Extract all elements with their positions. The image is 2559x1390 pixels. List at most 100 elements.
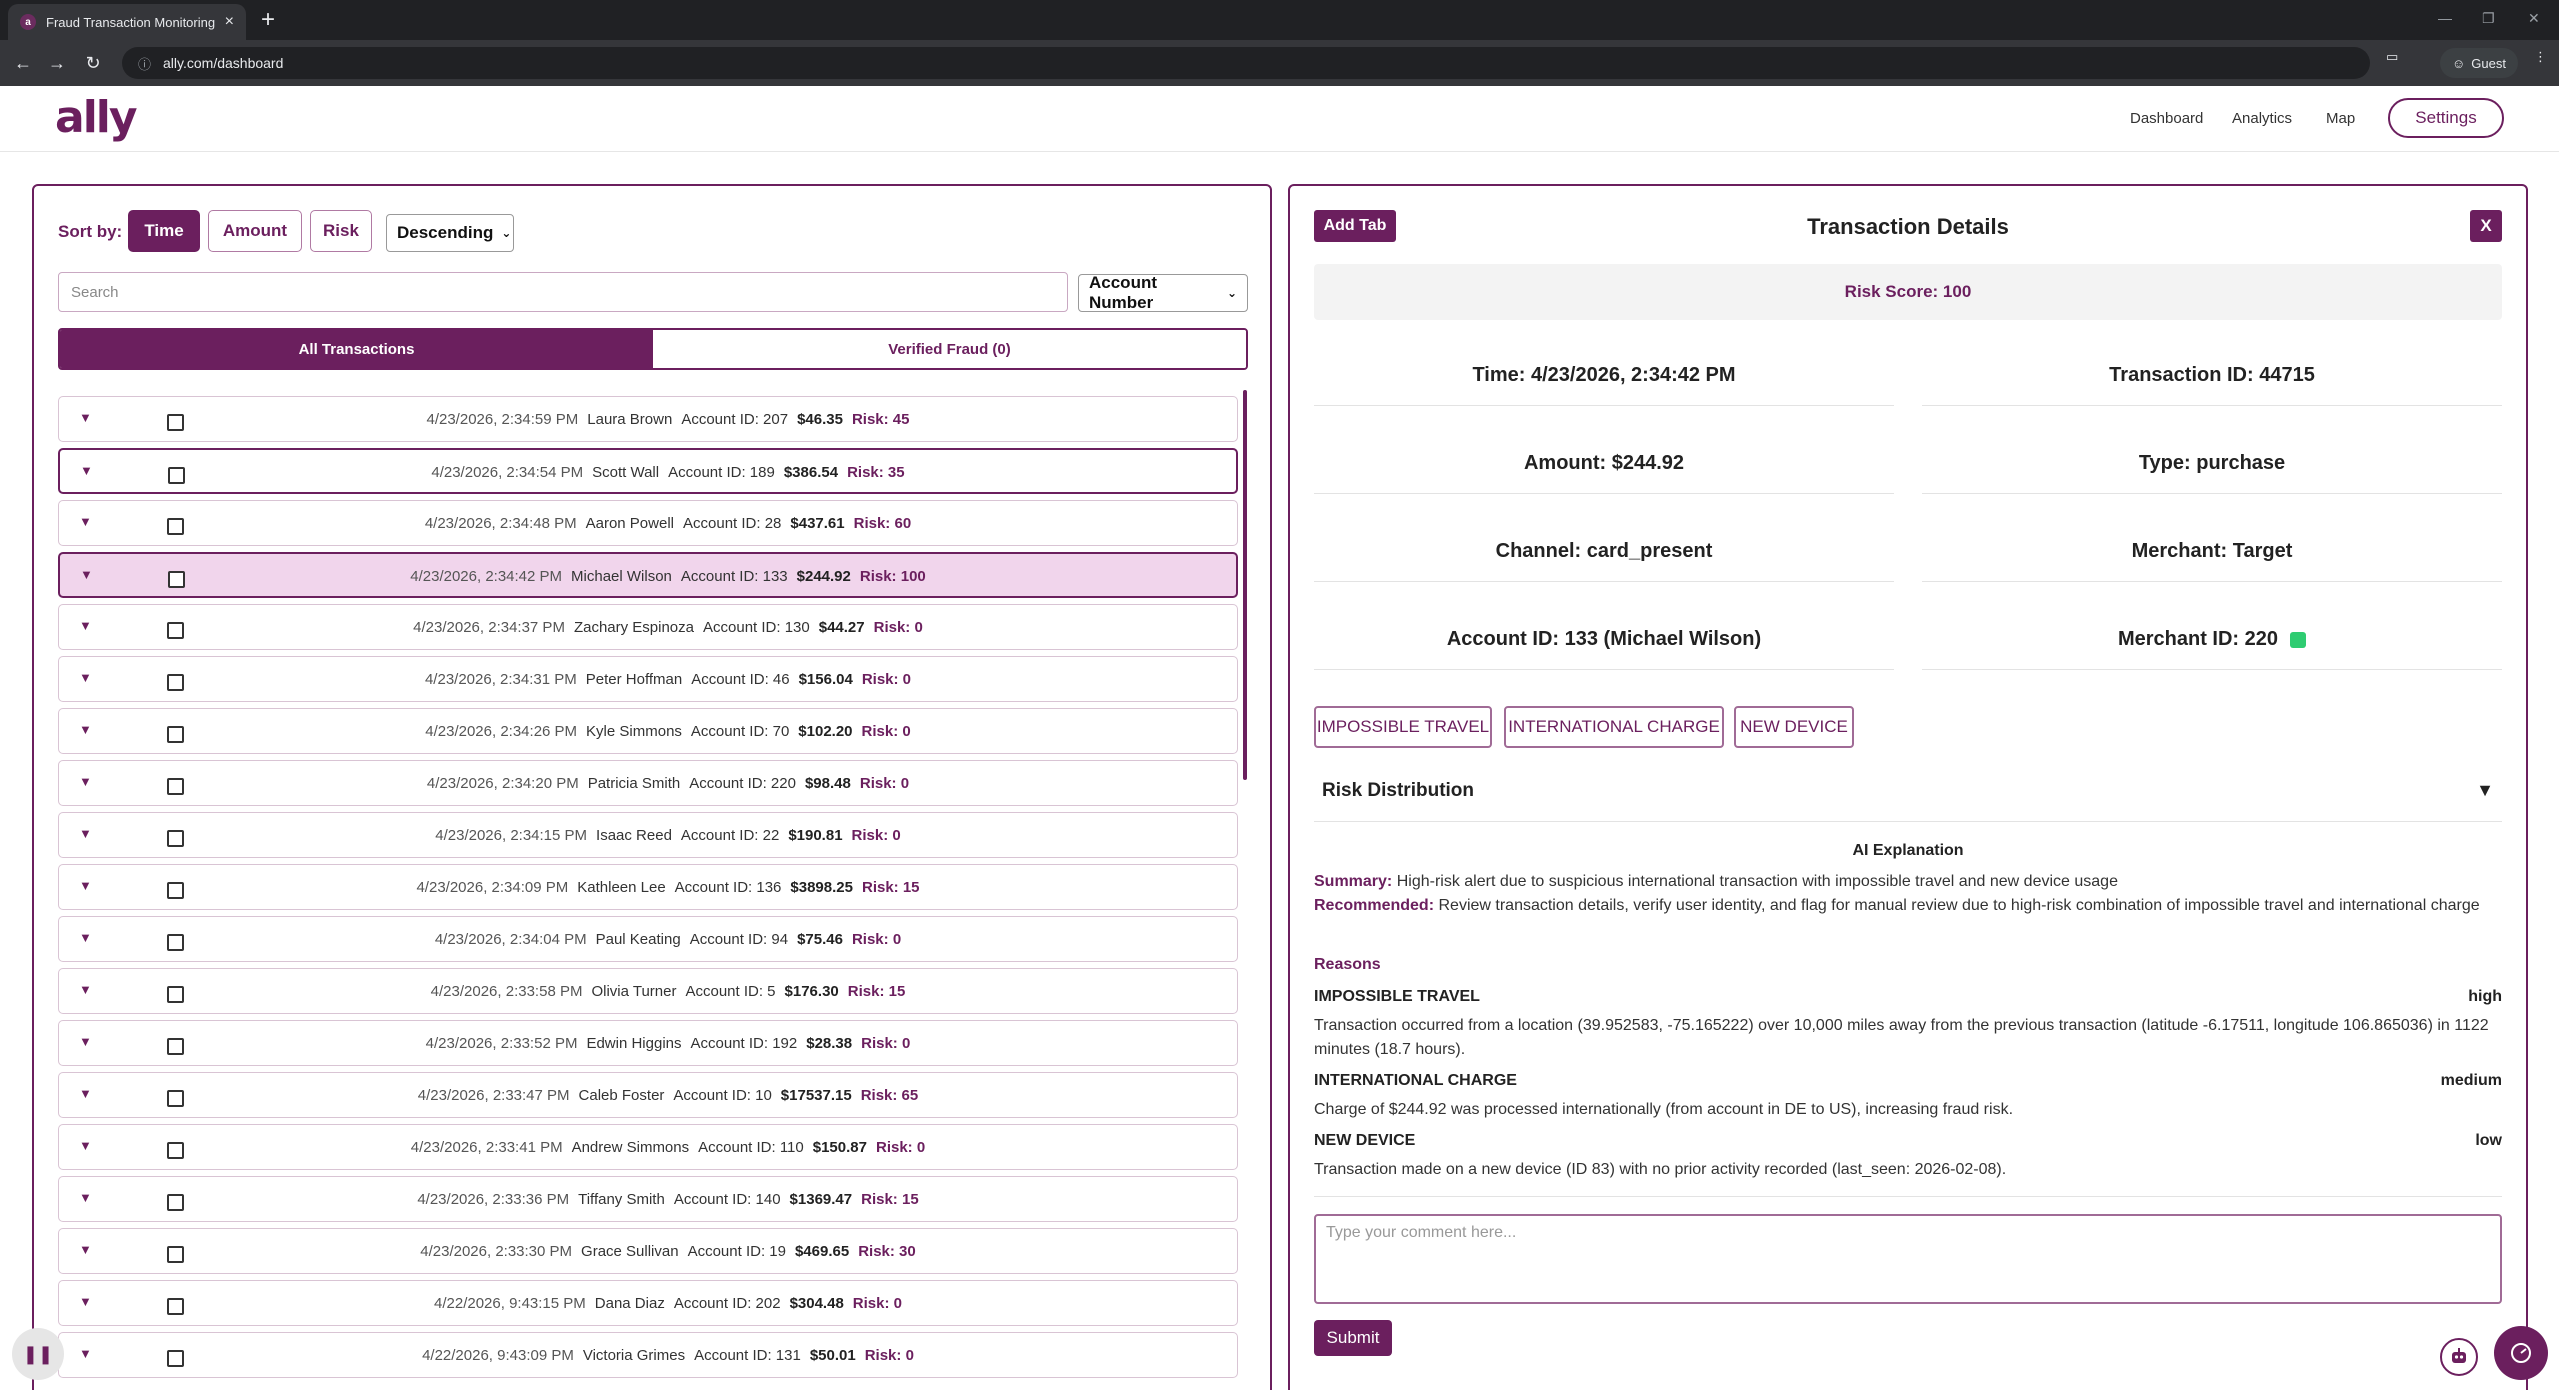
row-name: Kyle Simmons — [586, 722, 682, 740]
row-account: Account ID: 28 — [683, 514, 782, 532]
menu-icon[interactable]: ⋮ — [2534, 49, 2547, 65]
cast-icon[interactable]: ▭ — [2386, 49, 2398, 65]
row-risk: Risk: 0 — [851, 930, 902, 948]
profile-button[interactable]: ☺ Guest — [2440, 48, 2518, 78]
row-amount: $50.01 — [809, 1346, 856, 1364]
app-header: ally Dashboard Analytics Map Settings — [0, 86, 2559, 152]
gauge-icon[interactable] — [2494, 1326, 2548, 1380]
row-info: 4/23/2026, 2:33:47 PM Caleb Foster Account… — [59, 1073, 1237, 1117]
detail-type: Type: purchase — [1922, 434, 2502, 494]
row-info: 4/22/2026, 9:43:09 PM Victoria Grimes Acco… — [59, 1333, 1237, 1377]
row-time: 4/23/2026, 2:33:58 PM — [430, 982, 583, 1000]
table-row[interactable]: ▼ 4/23/2026, 2:34:20 PM Patricia Smith Acco… — [58, 760, 1238, 806]
row-amount: $190.81 — [788, 826, 843, 844]
table-row[interactable]: ▼ 4/23/2026, 2:34:54 PM Scott Wall Account … — [58, 448, 1238, 494]
sort-time-button[interactable]: Time — [128, 210, 200, 252]
forward-icon[interactable]: → — [44, 50, 70, 76]
table-row[interactable]: ▼ 4/23/2026, 2:33:47 PM Caleb Foster Accoun… — [58, 1072, 1238, 1118]
back-icon[interactable]: ← — [10, 50, 36, 76]
row-info: 4/22/2026, 9:43:15 PM Dana Diaz Account ID… — [59, 1281, 1237, 1325]
table-row[interactable]: ▼ 4/23/2026, 2:33:58 PM Olivia Turner Accou… — [58, 968, 1238, 1014]
row-account: Account ID: 220 — [689, 774, 796, 792]
table-row[interactable]: ▼ 4/23/2026, 2:34:15 PM Isaac Reed Account … — [58, 812, 1238, 858]
table-row[interactable]: ▼ 4/23/2026, 2:33:30 PM Grace Sullivan Acco… — [58, 1228, 1238, 1274]
reason-level: high — [2468, 988, 2502, 1005]
settings-button[interactable]: Settings — [2388, 98, 2504, 138]
row-risk: Risk: 0 — [861, 1034, 911, 1052]
table-row[interactable]: ▼ 4/23/2026, 2:34:09 PM Kathleen Lee Accoun… — [58, 864, 1238, 910]
reason-title: IMPOSSIBLE TRAVEL — [1314, 988, 1480, 1005]
tag-international-charge[interactable]: INTERNATIONAL CHARGE — [1504, 706, 1724, 748]
sort-risk-button[interactable]: Risk — [310, 210, 372, 252]
table-row[interactable]: ▼ 4/23/2026, 2:34:59 PM Laura Brown Account… — [58, 396, 1238, 442]
merchant-status-indicator — [2290, 631, 2307, 648]
transactions-panel: Sort by: Time Amount Risk Descending ⌄ Se… — [32, 184, 1272, 1390]
tab-all-transactions[interactable]: All Transactions — [60, 330, 653, 368]
favicon-icon: a — [20, 14, 36, 30]
restore-icon[interactable]: ❐ — [2482, 10, 2495, 27]
detail-merchant-id-row: Merchant ID: 220 — [1922, 610, 2502, 670]
detail-merchant: Merchant: Target — [1922, 522, 2502, 582]
row-time: 4/23/2026, 2:33:36 PM — [417, 1190, 570, 1208]
nav-map[interactable]: Map — [2326, 110, 2355, 127]
row-info: 4/23/2026, 2:34:42 PM Michael Wilson Accou… — [60, 554, 1236, 598]
reload-icon[interactable]: ↻ — [80, 50, 106, 76]
table-row[interactable]: ▼ 4/23/2026, 2:34:31 PM Peter Hoffman Accou… — [58, 656, 1238, 702]
list-scrollbar[interactable] — [1243, 390, 1247, 780]
row-info: 4/23/2026, 2:34:20 PM Patricia Smith Accou… — [59, 761, 1237, 805]
sort-amount-button[interactable]: Amount — [208, 210, 302, 252]
close-window-icon[interactable]: ✕ — [2528, 10, 2540, 27]
recommended-text: Review transaction details, verify user … — [1438, 897, 2480, 914]
filter-field-select[interactable]: Account Number ⌄ — [1078, 273, 1248, 312]
row-risk: Risk: 35 — [847, 463, 905, 481]
submit-button[interactable]: Submit — [1314, 1320, 1392, 1356]
table-row[interactable]: ▼ 4/23/2026, 2:34:42 PM Michael Wilson Acco… — [58, 552, 1238, 598]
table-row[interactable]: ▼ 4/23/2026, 2:34:37 PM Zachary Espinoza Ac… — [58, 604, 1238, 650]
url-bar[interactable]: ⓘ ally.com/dashboard — [122, 47, 2370, 79]
comment-textarea[interactable]: Type your comment here... — [1314, 1214, 2502, 1304]
table-row[interactable]: ▼ 4/22/2026, 9:43:15 PM Dana Diaz Account I… — [58, 1280, 1238, 1326]
row-info: 4/23/2026, 2:33:58 PM Olivia Turner Accoun… — [59, 969, 1237, 1013]
row-name: Victoria Grimes — [582, 1346, 686, 1364]
tab-verified-fraud[interactable]: Verified Fraud (0) — [653, 330, 1246, 368]
search-input[interactable]: Search — [58, 272, 1068, 312]
row-amount: $304.48 — [789, 1294, 844, 1312]
table-row[interactable]: ▼ 4/23/2026, 2:33:36 PM Tiffany Smith Accou… — [58, 1176, 1238, 1222]
row-time: 4/23/2026, 2:33:52 PM — [425, 1034, 578, 1052]
tag-new-device[interactable]: NEW DEVICE — [1734, 706, 1854, 748]
row-account: Account ID: 70 — [690, 722, 790, 740]
row-name: Grace Sullivan — [581, 1242, 679, 1260]
risk-distribution-toggle[interactable]: Risk Distribution ▼ — [1314, 760, 2502, 822]
pause-icon[interactable]: ❚❚ — [12, 1328, 64, 1380]
row-risk: Risk: 15 — [861, 878, 920, 896]
row-account: Account ID: 130 — [703, 618, 810, 636]
profile-icon: ☺ — [2452, 55, 2466, 71]
browser-tab[interactable]: a Fraud Transaction Monitoring D × — [8, 4, 246, 40]
table-row[interactable]: ▼ 4/23/2026, 2:34:26 PM Kyle Simmons Accoun… — [58, 708, 1238, 754]
recommended-key: Recommended: — [1314, 897, 1435, 914]
tag-impossible-travel[interactable]: IMPOSSIBLE TRAVEL — [1314, 706, 1492, 748]
row-info: 4/23/2026, 2:34:31 PM Peter Hoffman Accoun… — [59, 657, 1237, 701]
row-name: Patricia Smith — [587, 774, 681, 792]
table-row[interactable]: ▼ 4/22/2026, 9:43:09 PM Victoria Grimes Acc… — [58, 1332, 1238, 1378]
table-row[interactable]: ▼ 4/23/2026, 2:34:48 PM Aaron Powell Accoun… — [58, 500, 1238, 546]
minimize-icon[interactable]: — — [2438, 10, 2452, 26]
sort-order-select[interactable]: Descending ⌄ — [386, 214, 514, 252]
close-tab-icon[interactable]: × — [225, 13, 234, 31]
chatbot-icon[interactable] — [2440, 1338, 2478, 1376]
row-amount: $3898.25 — [790, 878, 853, 896]
risk-score-banner: Risk Score: 100 — [1314, 264, 2502, 320]
reason-title: NEW DEVICE — [1314, 1132, 1416, 1149]
nav-analytics[interactable]: Analytics — [2232, 110, 2292, 127]
nav-dashboard[interactable]: Dashboard — [2130, 110, 2203, 127]
ally-logo[interactable]: ally — [55, 92, 138, 143]
table-row[interactable]: ▼ 4/23/2026, 2:33:52 PM Edwin Higgins Accou… — [58, 1020, 1238, 1066]
site-info-icon[interactable]: ⓘ — [138, 54, 151, 73]
table-row[interactable]: ▼ 4/23/2026, 2:33:41 PM Andrew Simmons Acco… — [58, 1124, 1238, 1170]
row-risk: Risk: 15 — [861, 1190, 919, 1208]
row-account: Account ID: 46 — [691, 670, 790, 688]
close-details-button[interactable]: X — [2470, 210, 2502, 242]
new-tab-icon[interactable]: + — [254, 6, 282, 34]
table-row[interactable]: ▼ 4/23/2026, 2:34:04 PM Paul Keating Accoun… — [58, 916, 1238, 962]
row-account: Account ID: 110 — [698, 1138, 804, 1156]
